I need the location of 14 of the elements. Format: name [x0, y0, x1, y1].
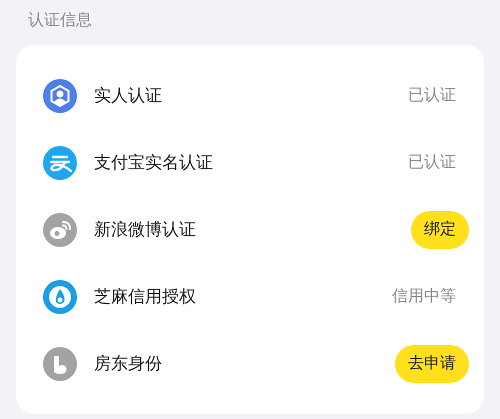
- drop-icon: [43, 280, 77, 314]
- item-label: 新浪微博认证: [94, 219, 197, 241]
- action-button[interactable]: 去申请: [395, 344, 469, 382]
- person-icon: [43, 78, 77, 112]
- status-text: 已认证: [408, 85, 456, 106]
- status-text: 信用中等: [392, 286, 456, 307]
- section-title: 认证信息: [27, 9, 93, 31]
- item-label: 实人认证: [94, 85, 163, 107]
- payment-logo-icon: [43, 146, 77, 180]
- status-text: 已认证: [408, 152, 456, 173]
- item-label: 芝麻信用授权: [94, 286, 197, 308]
- item-label: 房东身份: [94, 353, 163, 375]
- item-label: 支付宝实名认证: [94, 152, 214, 174]
- action-button[interactable]: 绑定: [411, 210, 469, 248]
